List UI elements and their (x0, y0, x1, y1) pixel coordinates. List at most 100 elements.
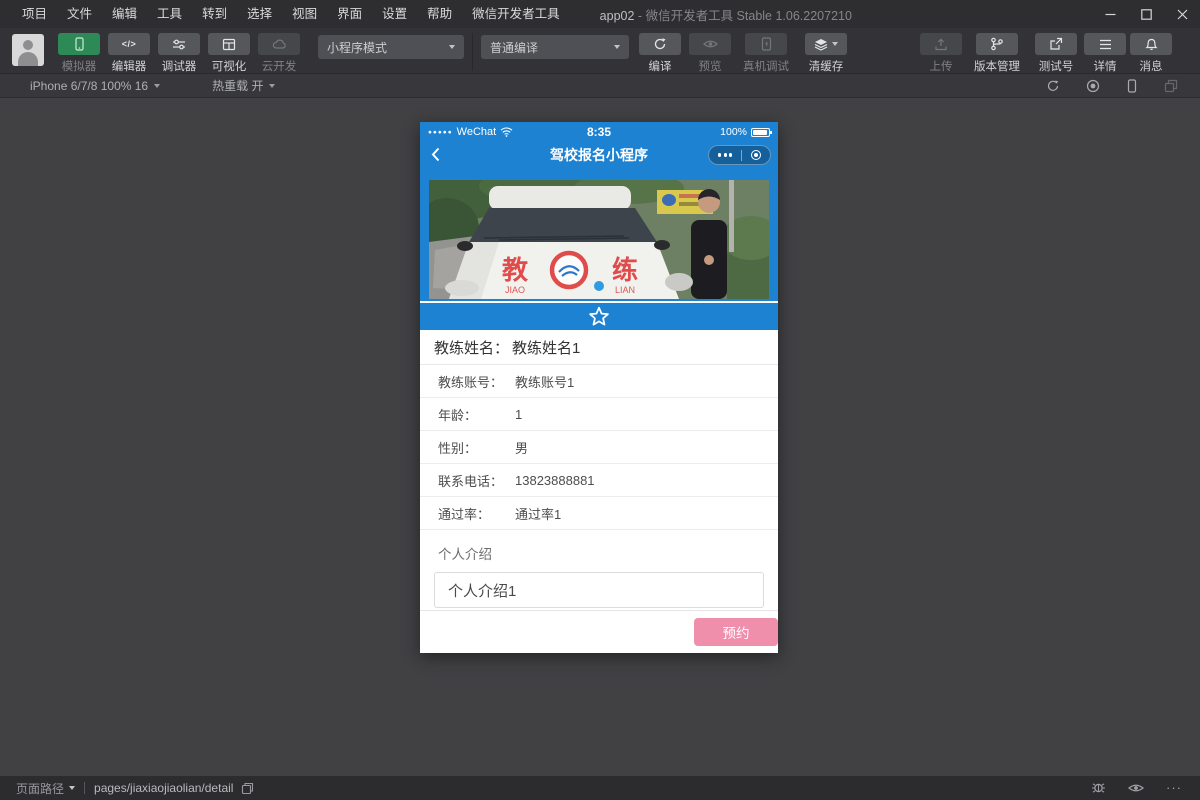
eye-icon[interactable] (1128, 782, 1144, 794)
chevron-down-icon (69, 786, 75, 790)
visualize-button[interactable]: 可视化 (204, 33, 254, 74)
window-title: app02 - 微信开发者工具 Stable 1.06.2207210 (600, 5, 852, 24)
menu-tools[interactable]: 工具 (147, 0, 192, 28)
menu-project[interactable]: 项目 (12, 0, 57, 28)
phone-status-bar: ●●●●● WeChat 8:35 100% (420, 122, 778, 142)
simulator-button[interactable]: 模拟器 (54, 33, 104, 74)
menu-interface[interactable]: 界面 (327, 0, 372, 28)
layers-icon (814, 38, 828, 51)
menu-file[interactable]: 文件 (57, 0, 102, 28)
coach-pass-rate-row: 通过率： 通过率1 (420, 497, 778, 530)
rotate-icon[interactable] (1046, 79, 1060, 93)
close-button[interactable] (1164, 0, 1200, 28)
menu-edit[interactable]: 编辑 (102, 0, 147, 28)
svg-text:教: 教 (502, 255, 528, 285)
refresh-icon (653, 37, 667, 51)
avatar[interactable] (12, 34, 44, 66)
coach-age-row: 年龄： 1 (420, 398, 778, 431)
git-branch-icon (990, 37, 1004, 51)
record-icon[interactable] (1086, 79, 1100, 93)
book-button[interactable]: 预约 (694, 618, 778, 646)
page-title: 驾校报名小程序 (550, 145, 648, 165)
coach-account-row: 教练账号： 教练账号1 (420, 365, 778, 398)
maximize-button[interactable] (1128, 0, 1164, 28)
back-icon[interactable] (431, 147, 440, 162)
svg-text:练: 练 (612, 255, 638, 285)
page-path: pages/jiaxiaojiaolian/detail (94, 781, 233, 795)
coach-name-value: 教练姓名1 (512, 337, 580, 358)
multi-window-icon[interactable] (1164, 79, 1178, 93)
page-path-select[interactable]: 页面路径 (16, 780, 75, 797)
more-options-icon[interactable]: ··· (1166, 783, 1182, 793)
device-frame-icon[interactable] (1126, 79, 1138, 93)
debugger-button[interactable]: 调试器 (154, 33, 204, 74)
clock: 8:35 (587, 125, 611, 139)
phone-icon (73, 37, 86, 51)
wechat-devtools-window: 项目 文件 编辑 工具 转到 选择 视图 界面 设置 帮助 微信开发者工具 ap… (0, 0, 1200, 800)
bell-icon (1145, 37, 1158, 51)
capsule-menu (708, 145, 771, 165)
mode-select[interactable]: 小程序模式 (318, 35, 464, 59)
more-icon[interactable] (718, 153, 733, 156)
bottom-bar: 页面路径 pages/jiaxiaojiaolian/detail ··· (0, 776, 1200, 800)
close-icon (1177, 9, 1188, 20)
favorite-bar[interactable] (420, 303, 778, 330)
copy-icon[interactable] (241, 782, 254, 795)
code-icon: </> (122, 39, 137, 49)
eye-icon (703, 38, 718, 50)
coach-photo-swiper[interactable]: 教 练 JIAO LIAN (420, 168, 778, 301)
battery-icon (751, 128, 770, 137)
menu-settings[interactable]: 设置 (372, 0, 417, 28)
device-debug-button[interactable]: 真机调试 (735, 33, 797, 74)
phone-footer: 预约 (420, 610, 778, 653)
coach-phone-row: 联系电话： 13823888881 (420, 464, 778, 497)
clear-cache-button[interactable]: 清缓存 (797, 33, 855, 74)
toolbar: 模拟器 </> 编辑器 调试器 可视化 云开发 小程序模式 普通编译 编译 (0, 28, 1200, 74)
menu-select[interactable]: 选择 (237, 0, 282, 28)
coach-photo: 教 练 JIAO LIAN (429, 180, 769, 299)
star-icon (588, 306, 610, 327)
test-account-button[interactable]: 测试号 (1030, 33, 1082, 74)
compile-button[interactable]: 编译 (635, 33, 685, 74)
battery-percent: 100% (720, 126, 747, 138)
upload-button[interactable]: 上传 (918, 33, 964, 74)
menu-view[interactable]: 视图 (282, 0, 327, 28)
bug-icon[interactable] (1091, 781, 1106, 795)
minimize-icon (1105, 9, 1116, 20)
simulator-canvas: ●●●●● WeChat 8:35 100% 驾校报名小程序 (0, 98, 1200, 776)
device-select[interactable]: iPhone 6/7/8 100% 16 (30, 79, 160, 93)
messages-button[interactable]: 消息 (1128, 33, 1174, 74)
intro-label: 个人介绍 (438, 543, 778, 563)
cloud-dev-button[interactable]: 云开发 (254, 33, 304, 74)
menu-goto[interactable]: 转到 (192, 0, 237, 28)
coach-gender-row: 性别： 男 (420, 431, 778, 464)
upload-icon (934, 38, 948, 51)
layout-window-icon (222, 38, 236, 51)
menu-devtools[interactable]: 微信开发者工具 (462, 0, 570, 28)
svg-text:LIAN: LIAN (615, 285, 635, 295)
chevron-down-icon (449, 45, 455, 49)
device-debug-icon (760, 37, 773, 51)
preview-button[interactable]: 预览 (685, 33, 735, 74)
minimize-button[interactable] (1092, 0, 1128, 28)
coach-name-label: 教练姓名： (434, 337, 509, 358)
compile-mode-select[interactable]: 普通编译 (481, 35, 629, 59)
maximize-icon (1141, 9, 1152, 20)
phone-simulator: ●●●●● WeChat 8:35 100% 驾校报名小程序 (420, 122, 778, 653)
hot-reload-select[interactable]: 热重载 开 (212, 77, 275, 94)
titlebar: 项目 文件 编辑 工具 转到 选择 视图 界面 设置 帮助 微信开发者工具 ap… (0, 0, 1200, 28)
signal-dots-icon: ●●●●● (428, 129, 453, 136)
chevron-down-icon (154, 84, 160, 88)
details-button[interactable]: 详情 (1082, 33, 1128, 74)
phone-nav-bar: 驾校报名小程序 (420, 142, 778, 168)
cloud-icon (272, 38, 287, 50)
minimize-capsule-icon[interactable] (751, 150, 761, 160)
menu-help[interactable]: 帮助 (417, 0, 462, 28)
intro-input[interactable]: 个人介绍1 (434, 572, 764, 608)
editor-button[interactable]: </> 编辑器 (104, 33, 154, 74)
sliders-icon (172, 38, 186, 51)
menu-lines-icon (1099, 39, 1112, 50)
chevron-down-icon (832, 42, 838, 46)
version-manage-button[interactable]: 版本管理 (964, 33, 1030, 74)
device-bar: iPhone 6/7/8 100% 16 热重载 开 (0, 74, 1200, 98)
